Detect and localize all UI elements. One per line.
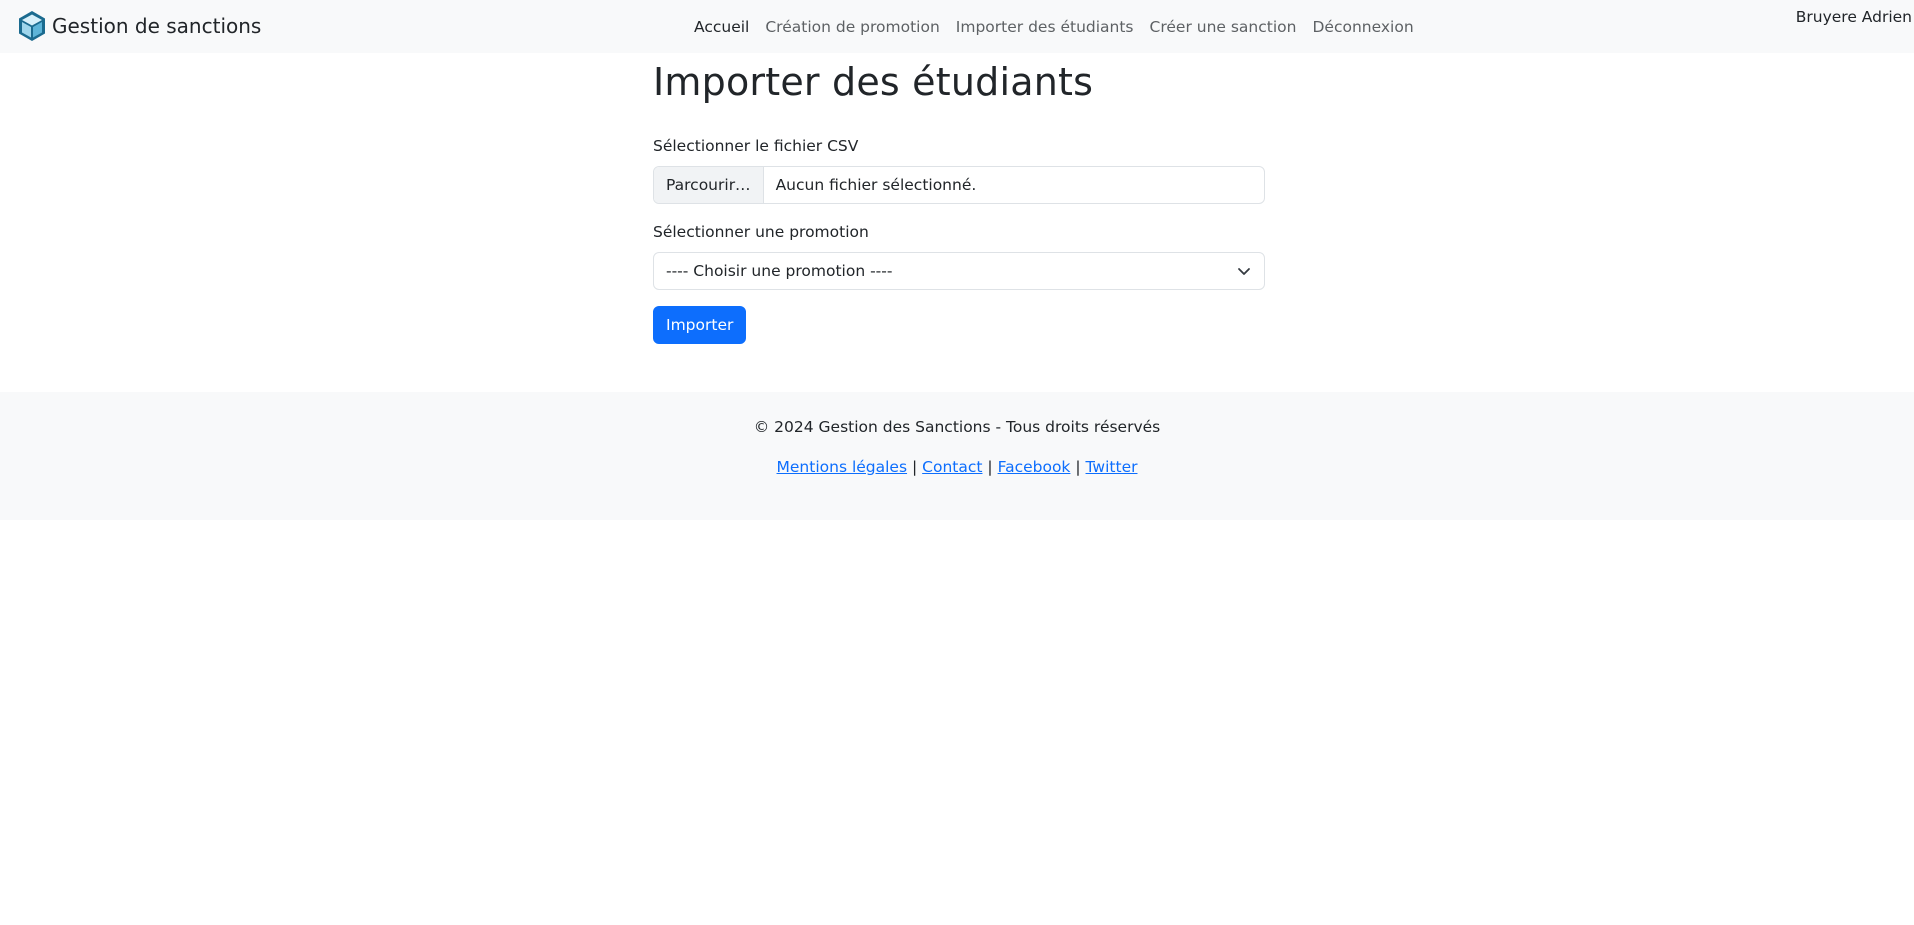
page-title: Importer des étudiants <box>653 60 1094 104</box>
footer-separator: | <box>911 458 918 476</box>
chevron-down-icon <box>1236 263 1252 279</box>
nav-link-creer-sanction[interactable]: Créer une sanction <box>1142 18 1305 36</box>
brand-name: Gestion de sanctions <box>52 14 262 38</box>
import-form-container: Importer des étudiants Sélectionner le f… <box>653 60 1265 344</box>
nav-link-importer-etudiants[interactable]: Importer des étudiants <box>948 18 1142 36</box>
nav-link-deconnexion[interactable]: Déconnexion <box>1304 18 1421 36</box>
promotion-label: Sélectionner une promotion <box>653 223 869 241</box>
nav-link-accueil[interactable]: Accueil <box>686 18 757 36</box>
brand-link[interactable]: Gestion de sanctions <box>16 9 261 43</box>
footer-link-contact[interactable]: Contact <box>922 458 982 476</box>
footer-link-facebook[interactable]: Facebook <box>998 458 1071 476</box>
footer-links: Mentions légales | Contact | Facebook | … <box>0 458 1914 476</box>
navbar: Gestion de sanctions Accueil Création de… <box>0 0 1914 53</box>
footer-separator: | <box>1075 458 1081 476</box>
footer: © 2024 Gestion des Sanctions - Tous droi… <box>0 392 1914 520</box>
main-nav: Accueil Création de promotion Importer d… <box>686 0 1422 53</box>
browse-button[interactable]: Parcourir… <box>654 167 764 203</box>
user-name: Bruyere Adrien <box>1795 8 1912 26</box>
footer-separator: | <box>987 458 993 476</box>
promotion-select[interactable]: ---- Choisir une promotion ---- <box>653 252 1265 290</box>
footer-link-mentions-legales[interactable]: Mentions légales <box>777 458 908 476</box>
footer-link-twitter[interactable]: Twitter <box>1086 458 1138 476</box>
import-button[interactable]: Importer <box>653 306 747 344</box>
nav-link-creation-promotion[interactable]: Création de promotion <box>757 18 947 36</box>
box-icon <box>16 10 48 42</box>
copyright-text: © 2024 Gestion des Sanctions - Tous droi… <box>753 418 1161 436</box>
file-status-text: Aucun fichier sélectionné. <box>775 176 977 194</box>
csv-file-label: Sélectionner le fichier CSV <box>653 137 859 155</box>
promotion-selected-value: ---- Choisir une promotion ---- <box>666 262 893 280</box>
csv-file-input[interactable]: Parcourir… Aucun fichier sélectionné. <box>653 166 1265 204</box>
